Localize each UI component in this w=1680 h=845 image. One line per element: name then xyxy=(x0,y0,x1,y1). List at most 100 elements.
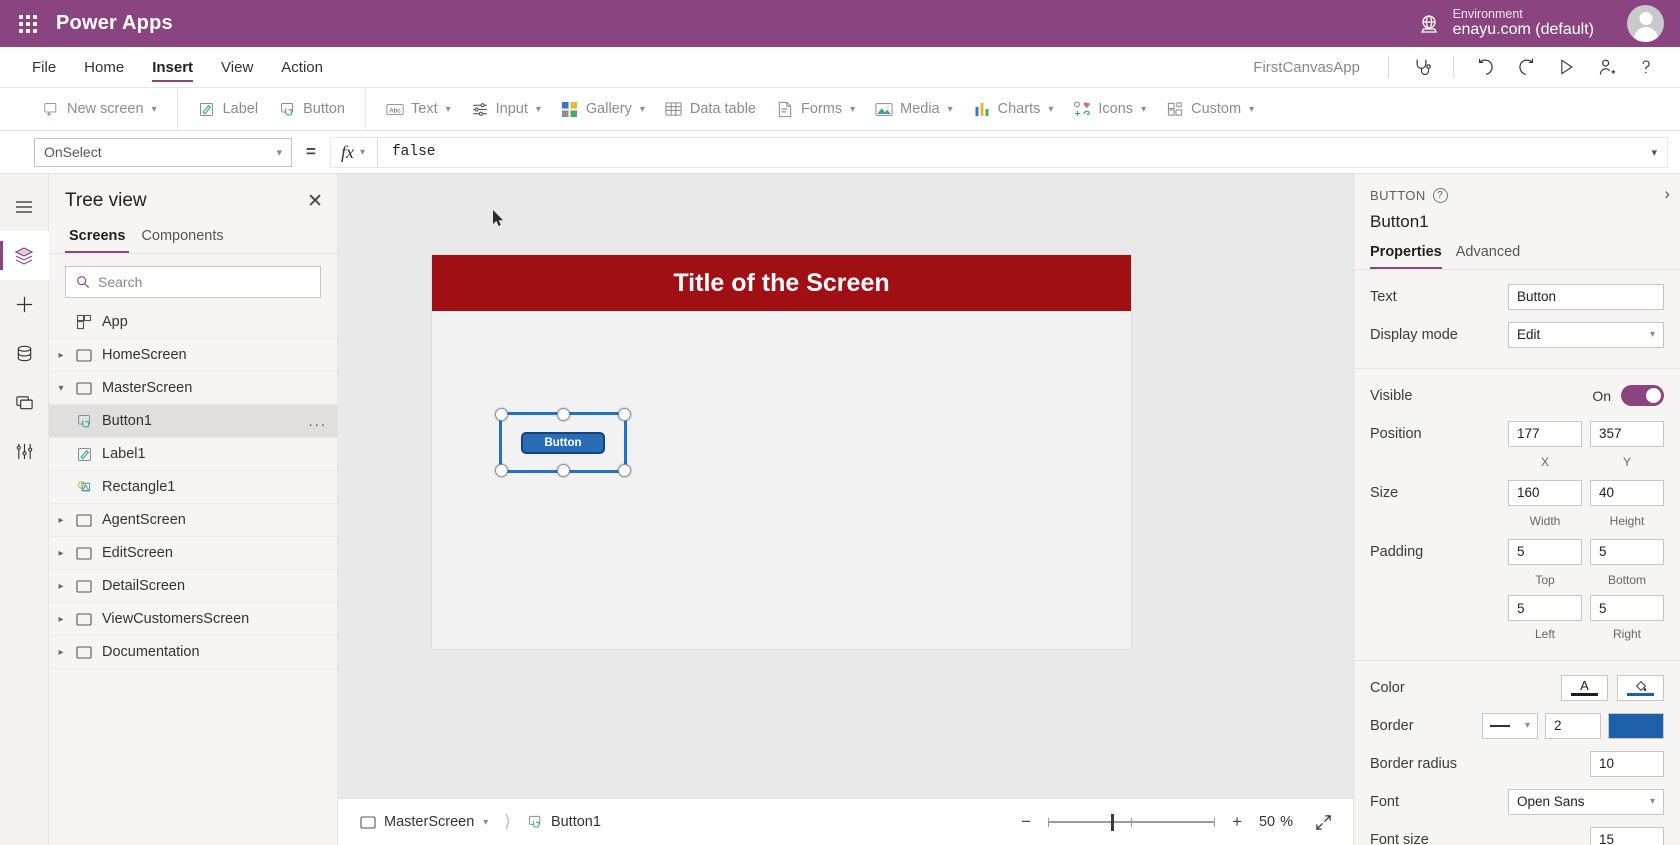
chevron-right-icon[interactable]: ▸ xyxy=(49,614,73,625)
tab-components[interactable]: Components xyxy=(137,222,227,253)
position-x-input[interactable]: 177 xyxy=(1508,420,1582,447)
tree-item-detailscreen[interactable]: ▸ DetailScreen xyxy=(49,570,337,603)
rail-insert-button[interactable] xyxy=(0,280,49,329)
chevron-down-icon[interactable]: ▾ xyxy=(483,817,488,828)
resize-handle-n[interactable] xyxy=(556,408,570,421)
help-circle-icon[interactable]: ? xyxy=(1432,188,1448,203)
formula-expand-button[interactable]: ▾ xyxy=(1641,146,1667,159)
text-color-button[interactable]: A xyxy=(1561,674,1608,701)
share-button[interactable] xyxy=(1586,47,1626,88)
size-width-input[interactable]: 160 xyxy=(1508,479,1582,506)
ribbon-forms[interactable]: Forms ▾ xyxy=(766,93,865,125)
chevron-right-icon[interactable]: ▸ xyxy=(49,350,73,361)
chevron-down-icon[interactable]: ▾ xyxy=(49,383,73,394)
selected-control-frame[interactable]: Button xyxy=(495,408,631,477)
chevron-right-icon[interactable]: ▸ xyxy=(49,515,73,526)
redo-button[interactable] xyxy=(1506,47,1546,88)
menu-item-insert[interactable]: Insert xyxy=(138,47,207,87)
zoom-slider-thumb[interactable] xyxy=(1111,813,1115,831)
tree-item-rectangle1[interactable]: Rectangle1 xyxy=(49,471,337,504)
ribbon-media[interactable]: Media ▾ xyxy=(865,93,963,125)
formula-input[interactable] xyxy=(377,137,1642,167)
font-size-input[interactable]: 15 xyxy=(1590,826,1664,845)
resize-handle-ne[interactable] xyxy=(618,408,631,421)
ribbon-input[interactable]: Input ▾ xyxy=(461,93,551,125)
border-radius-input[interactable]: 10 xyxy=(1590,750,1664,777)
tree-search-box[interactable] xyxy=(65,266,321,298)
menu-item-file[interactable]: File xyxy=(18,47,70,87)
font-dropdown[interactable]: Open Sans ▾ xyxy=(1508,788,1664,815)
ribbon-button[interactable]: Button xyxy=(268,93,355,125)
app-checker-button[interactable] xyxy=(1401,47,1441,88)
zoom-in-button[interactable]: + xyxy=(1223,808,1251,836)
padding-left-input[interactable]: 5 xyxy=(1508,595,1582,621)
tree-item-button1[interactable]: Button1 ... xyxy=(49,405,337,438)
menu-item-action[interactable]: Action xyxy=(267,47,337,87)
environment-selector[interactable]: Environment enayu.com (default) xyxy=(1417,0,1594,47)
breadcrumb-control[interactable]: Button1 xyxy=(521,814,607,830)
border-color-swatch[interactable] xyxy=(1608,712,1664,739)
display-mode-dropdown[interactable]: Edit ▾ xyxy=(1508,321,1664,348)
ribbon-new-screen[interactable]: New screen ▾ xyxy=(32,93,167,125)
zoom-out-button[interactable]: − xyxy=(1012,808,1040,836)
fill-color-button[interactable] xyxy=(1617,674,1664,701)
ribbon-charts[interactable]: Charts ▾ xyxy=(963,93,1064,125)
preview-button[interactable] xyxy=(1546,47,1586,88)
menu-item-view[interactable]: View xyxy=(207,47,267,87)
tree-item-homescreen[interactable]: ▸ HomeScreen xyxy=(49,339,337,372)
close-icon[interactable]: ✕ xyxy=(307,192,323,211)
chevron-right-icon[interactable]: ▸ xyxy=(49,548,73,559)
ribbon-gallery[interactable]: Gallery ▾ xyxy=(551,93,655,125)
help-button[interactable] xyxy=(1626,47,1666,88)
rail-hamburger-button[interactable] xyxy=(0,182,49,231)
tab-advanced[interactable]: Advanced xyxy=(1456,244,1521,269)
canvas-scroll[interactable]: Title of the Screen Button xyxy=(338,174,1353,798)
padding-right-input[interactable]: 5 xyxy=(1590,595,1664,621)
tree-item-more-button[interactable]: ... xyxy=(308,413,327,430)
property-dropdown[interactable]: OnSelect ▾ xyxy=(34,137,292,167)
visible-toggle[interactable] xyxy=(1621,385,1664,406)
chevron-right-icon[interactable]: ▸ xyxy=(49,647,73,658)
tab-screens[interactable]: Screens xyxy=(65,222,130,253)
ribbon-text[interactable]: Abc Text ▾ xyxy=(376,93,461,125)
ribbon-custom[interactable]: Custom ▾ xyxy=(1156,93,1264,125)
padding-bottom-input[interactable]: 5 xyxy=(1590,538,1664,565)
ribbon-icons[interactable]: Icons ▾ xyxy=(1063,93,1156,125)
user-avatar[interactable] xyxy=(1627,5,1664,42)
resize-handle-se[interactable] xyxy=(618,464,631,477)
chevron-right-icon[interactable]: ▸ xyxy=(49,581,73,592)
zoom-slider[interactable] xyxy=(1048,808,1216,836)
tree-item-viewcustomersscreen[interactable]: ▸ ViewCustomersScreen xyxy=(49,603,337,636)
border-style-dropdown[interactable]: ▾ xyxy=(1482,712,1538,739)
rail-advanced-tools-button[interactable] xyxy=(0,427,49,476)
ribbon-data-table[interactable]: Data table xyxy=(655,93,766,125)
tab-properties[interactable]: Properties xyxy=(1370,244,1442,269)
ribbon-label[interactable]: Label xyxy=(188,93,268,125)
padding-top-input[interactable]: 5 xyxy=(1508,538,1582,565)
tree-item-app[interactable]: App xyxy=(49,306,337,339)
resize-handle-nw[interactable] xyxy=(495,408,508,421)
size-height-input[interactable]: 40 xyxy=(1590,479,1664,506)
tree-search-input[interactable] xyxy=(98,274,310,290)
text-property-input[interactable]: Button xyxy=(1508,283,1664,310)
tree-item-editscreen[interactable]: ▸ EditScreen xyxy=(49,537,337,570)
tree-item-masterscreen[interactable]: ▾ MasterScreen xyxy=(49,372,337,405)
rail-tree-view-button[interactable] xyxy=(0,231,49,280)
app-launcher-button[interactable] xyxy=(0,14,56,33)
border-width-input[interactable]: 2 xyxy=(1545,712,1601,739)
tree-item-label1[interactable]: Label1 xyxy=(49,438,337,471)
tree-item-agentscreen[interactable]: ▸ AgentScreen xyxy=(49,504,337,537)
rail-media-button[interactable] xyxy=(0,378,49,427)
position-y-input[interactable]: 357 xyxy=(1590,420,1664,447)
fx-button[interactable]: fx ▾ xyxy=(331,137,378,167)
menu-item-home[interactable]: Home xyxy=(70,47,138,87)
rail-data-button[interactable] xyxy=(0,329,49,378)
breadcrumb-screen[interactable]: MasterScreen ▾ xyxy=(354,814,494,830)
app-screen-canvas[interactable]: Title of the Screen Button xyxy=(432,255,1131,649)
tree-item-documentation[interactable]: ▸ Documentation xyxy=(49,636,337,669)
fit-screen-button[interactable] xyxy=(1309,808,1337,836)
undo-button[interactable] xyxy=(1466,47,1506,88)
resize-handle-s[interactable] xyxy=(556,464,570,477)
resize-handle-sw[interactable] xyxy=(495,464,508,477)
canvas-button1[interactable]: Button xyxy=(521,431,605,454)
